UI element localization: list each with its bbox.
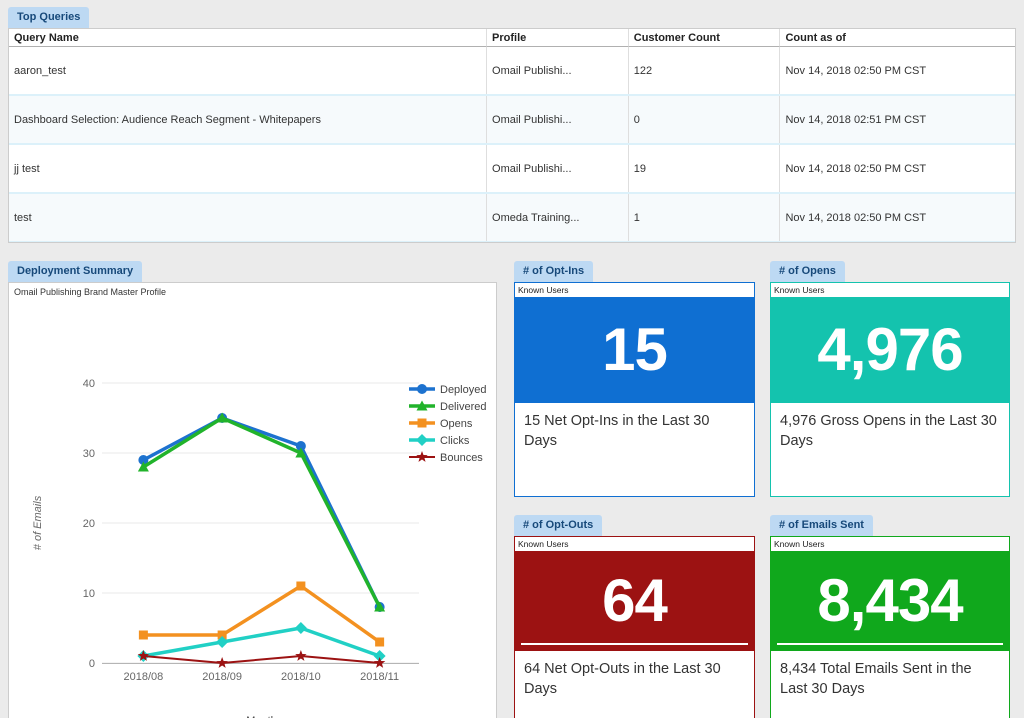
deployment-summary-section: Deployment Summary Omail Publishing Bran… (8, 261, 497, 718)
tab-deployment-summary[interactable]: Deployment Summary (8, 261, 142, 282)
svg-text:Clicks: Clicks (440, 435, 470, 447)
svg-text:# of Emails: # of Emails (32, 495, 44, 550)
svg-text:2018/09: 2018/09 (202, 671, 242, 683)
metric-value: 4,976 (817, 320, 962, 380)
metric-block: 15 (515, 297, 754, 403)
count-as-of-cell: Nov 14, 2018 02:51 PM CST (779, 96, 1015, 143)
opt-ins-panel: Known Users 15 15 Net Opt-Ins in the Las… (514, 282, 755, 497)
metric-caption: 15 Net Opt-Ins in the Last 30 Days (515, 403, 754, 451)
deployment-line-chart: 0 10 20 30 40 2018/08 2018/09 2018/10 2018/11 Dep… (9, 283, 496, 718)
metric-value: 64 (602, 571, 667, 631)
profile-cell: Omeda Training... (486, 194, 628, 241)
svg-text:Deployed: Deployed (440, 384, 486, 396)
profile-cell: Omail Publishi... (486, 47, 628, 94)
count-as-of-cell: Nov 14, 2018 02:50 PM CST (779, 145, 1015, 192)
metric-block: 64 (515, 551, 754, 651)
emails-sent-panel: Known Users 8,434 8,434 Total Emails Sen… (770, 536, 1010, 718)
tab-opt-outs[interactable]: # of Opt-Outs (514, 515, 602, 536)
customer-count-cell: 19 (628, 145, 780, 192)
card-opt-outs: # of Opt-Outs Known Users 64 64 Net Opt-… (514, 515, 755, 718)
svg-text:2018/08: 2018/08 (123, 671, 163, 683)
svg-text:Delivered: Delivered (440, 401, 486, 413)
tab-emails-sent[interactable]: # of Emails Sent (770, 515, 873, 536)
tab-top-queries[interactable]: Top Queries (8, 7, 89, 28)
svg-text:Opens: Opens (440, 418, 473, 430)
tab-opens[interactable]: # of Opens (770, 261, 845, 282)
customer-count-cell: 0 (628, 96, 780, 143)
customer-count-cell: 1 (628, 194, 780, 241)
svg-text:0: 0 (89, 658, 95, 670)
count-as-of-cell: Nov 14, 2018 02:50 PM CST (779, 194, 1015, 241)
card-emails-sent: # of Emails Sent Known Users 8,434 8,434… (770, 515, 1010, 718)
metric-caption: 4,976 Gross Opens in the Last 30 Days (771, 403, 1009, 451)
metric-block: 4,976 (771, 297, 1009, 403)
metric-block: 8,434 (771, 551, 1009, 651)
known-users-label: Known Users (515, 537, 754, 551)
known-users-label: Known Users (515, 283, 754, 297)
column-header-count-as-of: Count as of (779, 29, 1015, 47)
table-header: Query Name Profile Customer Count Count … (9, 29, 1015, 47)
column-header-query-name: Query Name (9, 29, 486, 47)
metric-caption: 64 Net Opt-Outs in the Last 30 Days (515, 651, 754, 699)
deployment-summary-panel: Omail Publishing Brand Master Profile 0 1… (8, 282, 497, 718)
metric-value: 8,434 (817, 571, 962, 631)
customer-count-cell: 122 (628, 47, 780, 94)
metric-caption: 8,434 Total Emails Sent in the Last 30 D… (771, 651, 1009, 699)
card-opens: # of Opens Known Users 4,976 4,976 Gross… (770, 261, 1010, 497)
top-queries-table: Query Name Profile Customer Count Count … (8, 28, 1016, 243)
svg-text:Bounces: Bounces (440, 452, 483, 464)
table-row[interactable]: aaron_test Omail Publishi... 122 Nov 14,… (9, 47, 1015, 96)
card-opt-ins: # of Opt-Ins Known Users 15 15 Net Opt-I… (514, 261, 755, 497)
count-as-of-cell: Nov 14, 2018 02:50 PM CST (779, 47, 1015, 94)
profile-cell: Omail Publishi... (486, 96, 628, 143)
column-header-profile: Profile (486, 29, 628, 47)
query-name-cell: test (9, 194, 486, 241)
column-header-customer-count: Customer Count (628, 29, 780, 47)
profile-cell: Omail Publishi... (486, 145, 628, 192)
svg-text:20: 20 (83, 518, 95, 530)
svg-text:2018/10: 2018/10 (281, 671, 321, 683)
opens-panel: Known Users 4,976 4,976 Gross Opens in t… (770, 282, 1010, 497)
top-queries-section: Top Queries Query Name Profile Customer … (8, 7, 1016, 243)
svg-text:30: 30 (83, 448, 95, 460)
metric-value: 15 (602, 320, 667, 380)
known-users-label: Known Users (771, 537, 1009, 551)
svg-text:40: 40 (83, 378, 95, 390)
query-name-cell: Dashboard Selection: Audience Reach Segm… (9, 96, 486, 143)
chart-title: Omail Publishing Brand Master Profile (14, 287, 166, 297)
opt-outs-panel: Known Users 64 64 Net Opt-Outs in the La… (514, 536, 755, 718)
table-row[interactable]: test Omeda Training... 1 Nov 14, 2018 02… (9, 194, 1015, 243)
query-name-cell: aaron_test (9, 47, 486, 94)
table-row[interactable]: Dashboard Selection: Audience Reach Segm… (9, 96, 1015, 145)
known-users-label: Known Users (771, 283, 1009, 297)
query-name-cell: jj test (9, 145, 486, 192)
svg-text:10: 10 (83, 588, 95, 600)
tab-opt-ins[interactable]: # of Opt-Ins (514, 261, 593, 282)
table-row[interactable]: jj test Omail Publishi... 19 Nov 14, 201… (9, 145, 1015, 194)
svg-text:2018/11: 2018/11 (360, 671, 399, 683)
